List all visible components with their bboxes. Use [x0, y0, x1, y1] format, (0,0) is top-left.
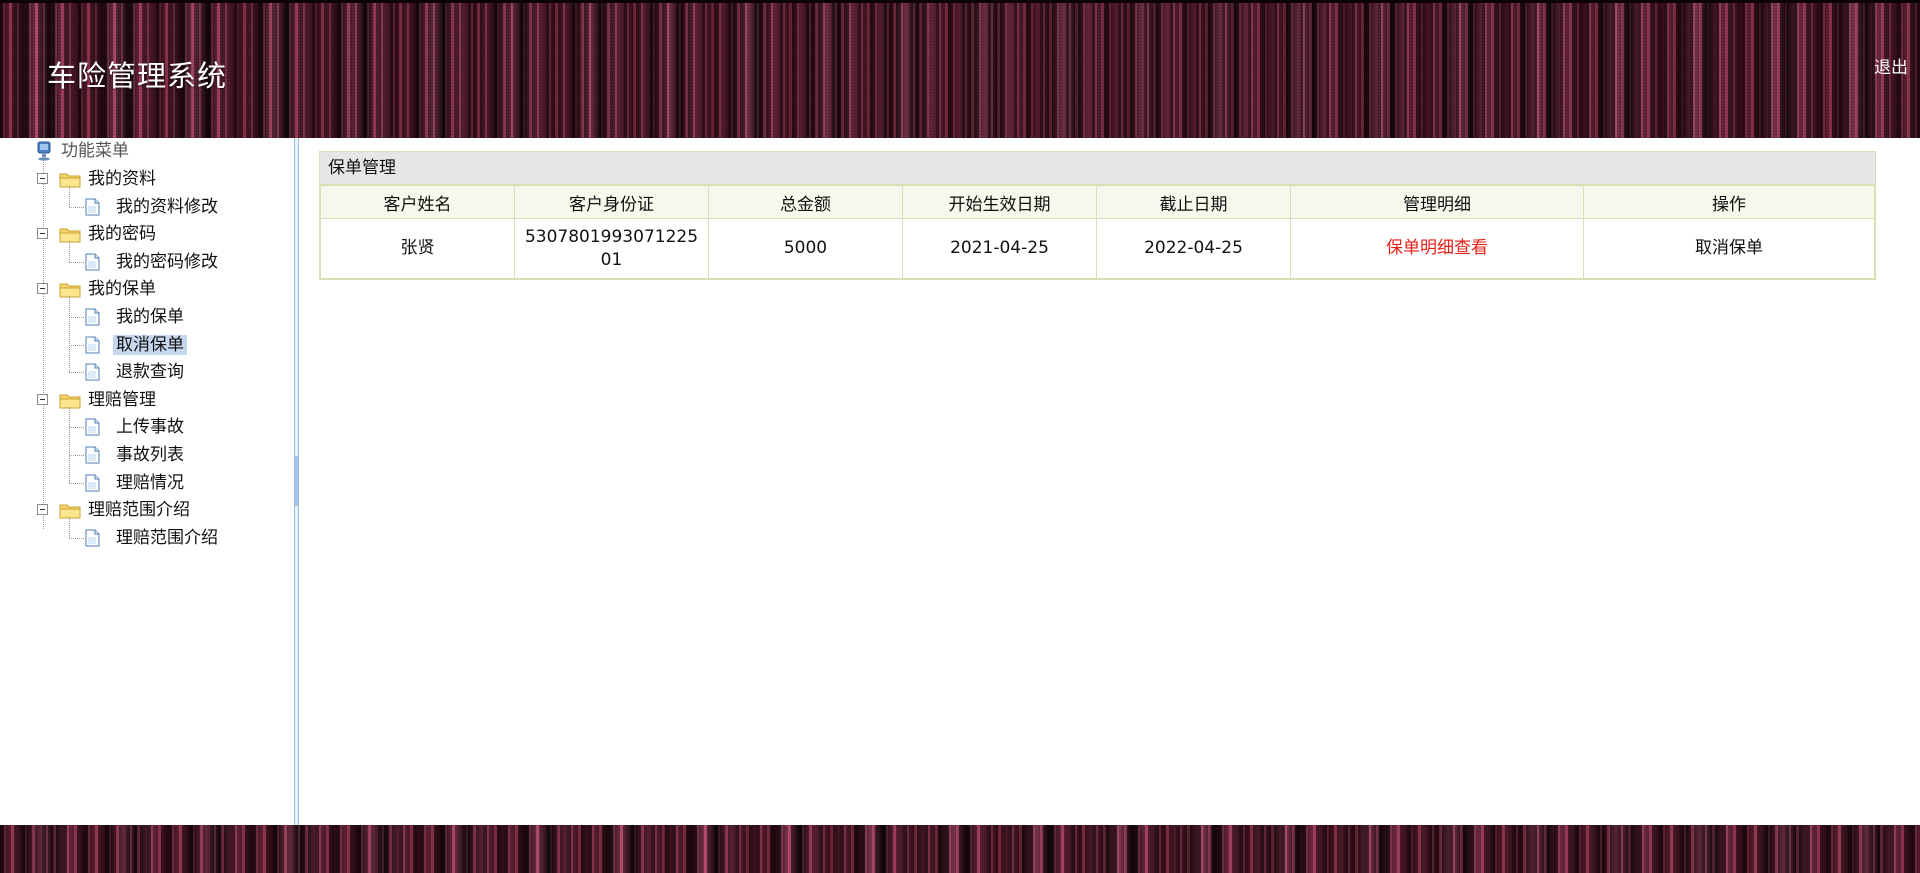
tree-group-label[interactable]: 理赔范围介绍 — [85, 500, 193, 520]
page-icon — [85, 336, 100, 354]
policy-table: 客户姓名 客户身份证 总金额 开始生效日期 截止日期 管理明细 操作 张贤 53… — [320, 185, 1875, 279]
cell-id-card: 530780199307122501 — [514, 218, 709, 279]
tree-group-label[interactable]: 我的密码 — [85, 224, 159, 244]
tree-item-label[interactable]: 我的保单 — [113, 307, 187, 327]
column-header-action: 操作 — [1583, 185, 1875, 219]
folder-open-icon — [59, 226, 81, 243]
tree-group-1[interactable]: 我的密码 — [37, 223, 159, 245]
tree-item[interactable]: 事故列表 — [85, 444, 187, 466]
tree-group-2[interactable]: 我的保单 — [37, 278, 159, 300]
column-header-end-date: 截止日期 — [1096, 185, 1291, 219]
tree-group-3[interactable]: 理赔管理 — [37, 389, 159, 411]
collapse-toggle-icon[interactable] — [37, 283, 48, 295]
tree-group-label[interactable]: 理赔管理 — [85, 390, 159, 410]
tree-connector — [69, 482, 84, 484]
cell-customer-name: 张贤 — [320, 218, 515, 279]
tree-connector — [69, 261, 84, 263]
tree-connector — [69, 406, 70, 483]
logout-link[interactable]: 退出 — [1874, 53, 1908, 78]
tree-item[interactable]: 退款查询 — [85, 361, 187, 383]
tree-connector — [69, 296, 70, 373]
cell-detail: 保单明细查看 — [1290, 218, 1584, 279]
page-icon — [85, 253, 100, 271]
footer-banner — [0, 825, 1920, 873]
page-icon — [85, 474, 100, 492]
tree-connector — [69, 537, 84, 539]
tree-group-0[interactable]: 我的资料 — [37, 168, 159, 190]
tree-connector — [69, 427, 84, 429]
column-header-amount: 总金额 — [708, 185, 903, 219]
cell-end-date: 2022-04-25 — [1096, 218, 1291, 279]
collapse-toggle-icon[interactable] — [37, 173, 48, 184]
cell-start-date: 2021-04-25 — [902, 218, 1097, 279]
tree-group-4[interactable]: 理赔范围介绍 — [37, 499, 193, 521]
collapse-toggle-icon[interactable] — [37, 504, 48, 516]
page-icon — [85, 529, 100, 547]
sidebar-menu-tree: 功能菜单 我的资料 我的资料修改 我的密码 我的密码修改 我的保单 我的保单 取消保单 退款查… — [0, 138, 294, 825]
tree-root-label: 功能菜单 — [61, 141, 129, 161]
tree-group-label[interactable]: 我的保单 — [85, 279, 159, 299]
header-banner: 车险管理系统 退出 — [0, 0, 1920, 138]
tree-item[interactable]: 上传事故 — [85, 416, 187, 438]
collapse-toggle-icon[interactable] — [37, 228, 48, 240]
tree-connector — [43, 160, 44, 529]
tree-connector — [69, 206, 84, 208]
tree-item-label[interactable]: 理赔情况 — [113, 473, 187, 493]
cell-action: 取消保单 — [1583, 218, 1875, 279]
tree-item-label[interactable]: 退款查询 — [113, 362, 187, 382]
app-title: 车险管理系统 — [47, 59, 228, 93]
tree-connector — [69, 317, 84, 318]
tree-item[interactable]: 理赔情况 — [85, 472, 187, 494]
policy-management-panel: 保单管理 客户姓名 客户身份证 总金额 开始生效日期 截止日期 管理明细 操作 … — [319, 151, 1876, 280]
folder-open-icon — [59, 171, 81, 188]
collapse-toggle-icon[interactable] — [37, 393, 48, 405]
column-header-start-date: 开始生效日期 — [902, 185, 1097, 219]
tree-item-label[interactable]: 理赔范围介绍 — [113, 528, 221, 548]
tree-item[interactable]: 我的资料修改 — [85, 196, 221, 218]
panel-title: 保单管理 — [320, 152, 1875, 185]
tree-item[interactable]: 我的密码修改 — [85, 251, 221, 273]
tree-root: 功能菜单 — [36, 140, 132, 162]
table-row: 张贤 530780199307122501 5000 2021-04-25 20… — [320, 218, 1875, 279]
cell-amount: 5000 — [708, 218, 903, 279]
tree-item-label[interactable]: 我的资料修改 — [113, 197, 221, 217]
column-header-detail: 管理明细 — [1290, 185, 1584, 219]
folder-open-icon — [59, 281, 81, 298]
tree-item[interactable]: 我的保单 — [85, 306, 187, 328]
folder-open-icon — [59, 392, 81, 409]
computer-icon — [37, 141, 51, 161]
tree-item-label[interactable]: 取消保单 — [113, 334, 187, 355]
table-header-row: 客户姓名 客户身份证 总金额 开始生效日期 截止日期 管理明细 操作 — [320, 185, 1875, 219]
column-header-id-card: 客户身份证 — [514, 185, 709, 219]
tree-group-label[interactable]: 我的资料 — [85, 169, 159, 189]
page-icon — [85, 363, 100, 381]
splitter-grip[interactable] — [295, 456, 298, 506]
view-policy-detail-link[interactable]: 保单明细查看 — [1386, 238, 1488, 258]
tree-connector — [69, 344, 84, 346]
tree-connector — [69, 455, 84, 456]
page-icon — [85, 198, 100, 216]
page-icon — [85, 446, 100, 464]
tree-connector — [69, 517, 70, 538]
column-header-name: 客户姓名 — [320, 185, 515, 219]
tree-connector — [69, 241, 70, 262]
cancel-policy-link[interactable]: 取消保单 — [1695, 238, 1763, 258]
tree-item[interactable]: 取消保单 — [85, 334, 187, 356]
page-icon — [85, 418, 100, 436]
tree-item-label[interactable]: 上传事故 — [113, 417, 187, 437]
tree-item-label[interactable]: 事故列表 — [113, 445, 187, 465]
tree-item[interactable]: 理赔范围介绍 — [85, 527, 221, 549]
page-icon — [85, 308, 100, 326]
tree-item-label[interactable]: 我的密码修改 — [113, 252, 221, 272]
tree-connector — [69, 186, 70, 207]
folder-open-icon — [59, 502, 81, 519]
tree-connector — [69, 372, 84, 374]
